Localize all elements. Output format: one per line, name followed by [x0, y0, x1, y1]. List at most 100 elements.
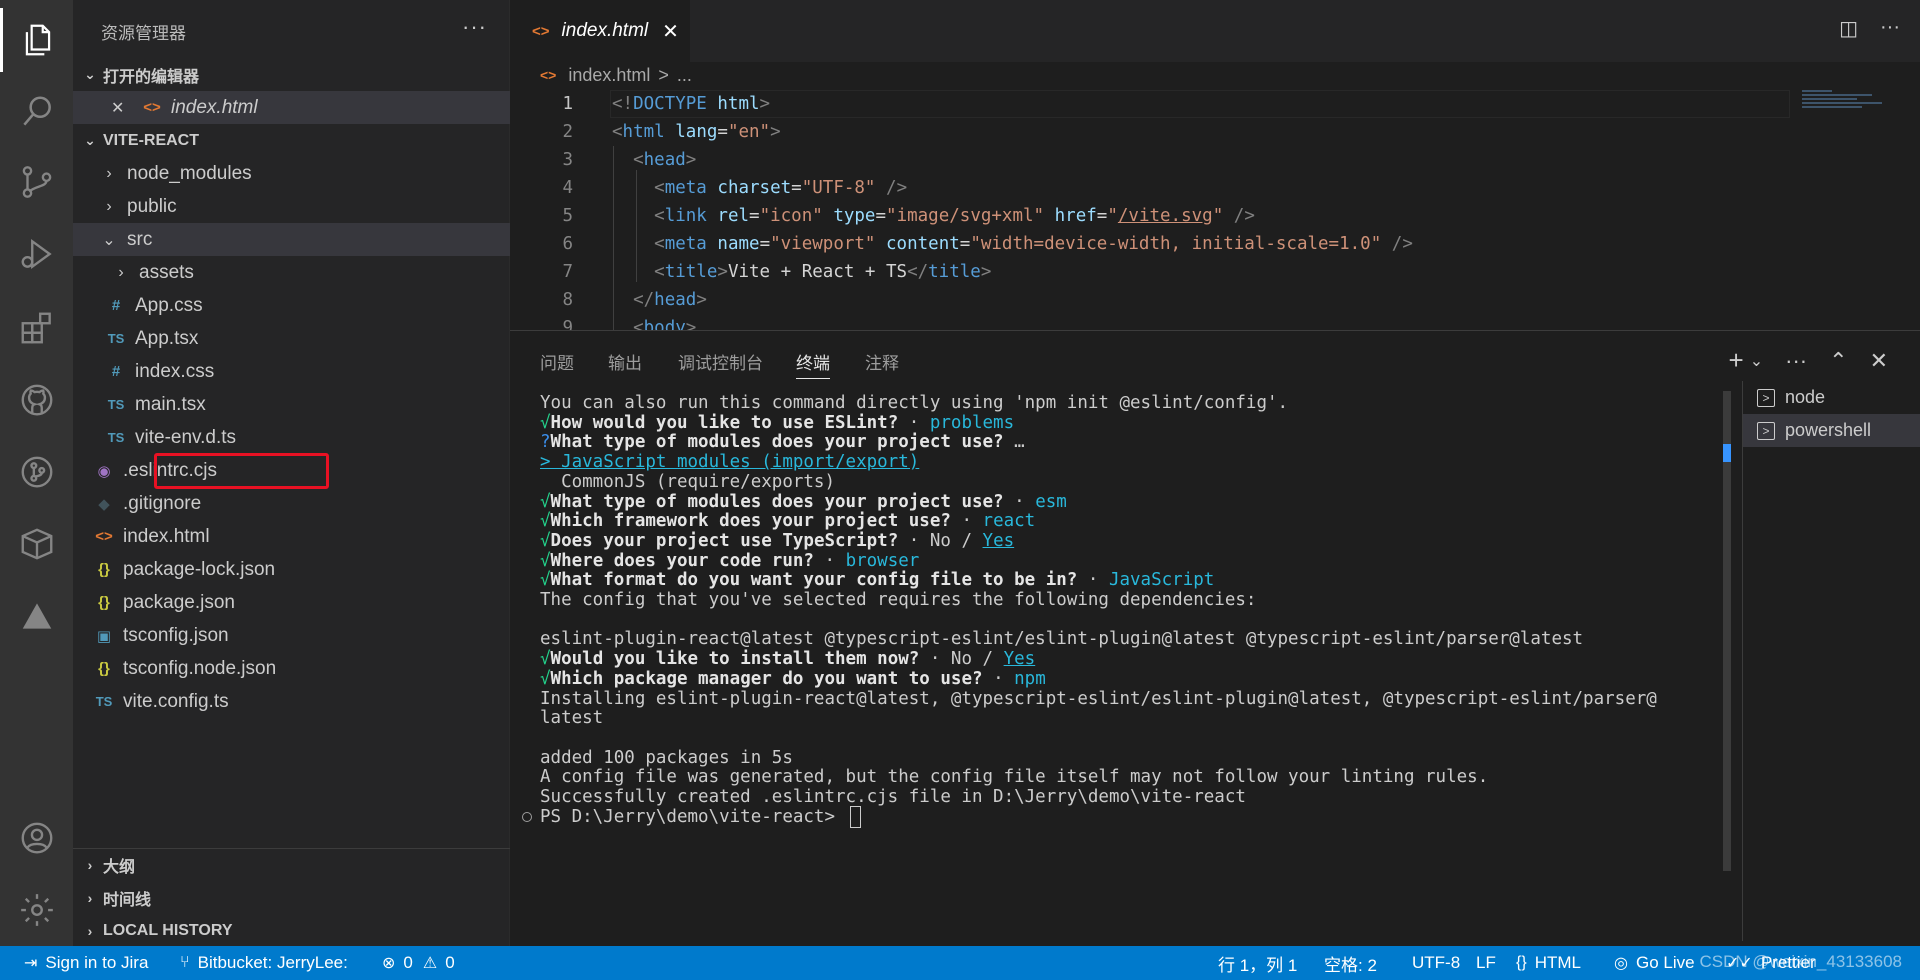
chevron-right-icon: › [106, 197, 112, 215]
source-control-icon[interactable] [0, 150, 73, 214]
maximize-panel-icon[interactable]: ⌃ [1829, 348, 1847, 374]
tree-item-label: src [127, 228, 153, 250]
tree-item[interactable]: TS App.tsx [73, 322, 510, 355]
terminal-item-node[interactable]: > node [1743, 381, 1920, 414]
breadcrumb-file[interactable]: index.html [568, 65, 650, 86]
vercel-icon[interactable] [0, 584, 73, 648]
account-icon[interactable] [0, 806, 73, 870]
tree-item[interactable]: <> index.html [73, 520, 510, 553]
terminal-prompt: PS D:\Jerry\demo\vite-react> [540, 806, 846, 827]
tree-item[interactable]: ▣ tsconfig.json [73, 619, 510, 652]
outline-header[interactable]: › 大纲 [73, 848, 510, 881]
tree-item[interactable]: › assets [73, 256, 510, 289]
language-mode[interactable]: {} HTML [1516, 946, 1581, 980]
tree-item[interactable]: # index.css [73, 355, 510, 388]
extensions-icon[interactable] [0, 296, 73, 360]
github-icon[interactable] [0, 368, 73, 432]
close-icon[interactable]: ✕ [111, 98, 135, 118]
encoding[interactable]: UTF-8 [1412, 946, 1460, 980]
go-live[interactable]: ◎ Go Live [1614, 946, 1695, 980]
problems-status[interactable]: ⊗ 0 ⚠ 0 [382, 946, 455, 980]
ts-file-icon: TS [107, 397, 125, 412]
tree-item[interactable]: {} tsconfig.node.json [73, 652, 510, 685]
warning-count: 0 [445, 953, 455, 972]
code-line: 5 <link rel="icon" type="image/svg+xml" … [510, 202, 1920, 230]
tree-item-label: App.css [135, 294, 203, 316]
close-icon[interactable]: ✕ [662, 19, 679, 44]
git-graph-icon[interactable] [0, 440, 73, 504]
warning-icon: ⚠ [422, 955, 438, 972]
search-icon[interactable] [0, 80, 73, 144]
tree-item[interactable]: {} package.json [73, 586, 510, 619]
tree-item[interactable]: TS main.tsx [73, 388, 510, 421]
timeline-header[interactable]: › 时间线 [73, 881, 510, 914]
breadcrumb-rest[interactable]: ... [677, 65, 692, 86]
local-history-header[interactable]: › LOCAL HISTORY [73, 914, 510, 947]
sidebar-title: 资源管理器 [101, 23, 186, 43]
more-actions-icon[interactable]: ··· [1785, 348, 1807, 374]
tree-item[interactable]: ⌄ src [73, 223, 510, 256]
tree-item-label: package-lock.json [123, 558, 276, 580]
tree-item[interactable]: TS vite-env.d.ts [73, 421, 510, 454]
tree-item[interactable]: TS vite.config.ts [73, 685, 510, 718]
tab-comments[interactable]: 注释 [865, 349, 899, 379]
settings-gear-icon[interactable] [0, 878, 73, 942]
line-number: 1 [562, 94, 573, 114]
html-file-icon: <> [95, 528, 113, 545]
tree-item[interactable]: › public [73, 190, 510, 223]
code-line: 8 </head> [510, 286, 1920, 314]
open-editors-header[interactable]: ⌄ 打开的编辑器 [73, 58, 510, 91]
line-number: 3 [562, 150, 573, 170]
json-file-icon: {} [98, 660, 110, 677]
terminal-scrollbar[interactable] [1723, 391, 1731, 871]
tab-problems[interactable]: 问题 [540, 349, 574, 379]
tree-item[interactable]: # App.css [73, 289, 510, 322]
close-panel-icon[interactable]: ✕ [1870, 348, 1888, 374]
terminal-output[interactable]: You can also run this command directly u… [522, 391, 1740, 951]
new-terminal-icon[interactable]: + [1729, 345, 1744, 376]
tree-item[interactable]: ◆ .gitignore [73, 487, 510, 520]
tree-item-label: assets [139, 261, 194, 283]
tab-terminal[interactable]: 终端 [796, 349, 830, 379]
more-actions-icon[interactable]: ··· [1880, 16, 1900, 41]
terminal-scrollbar-thumb[interactable] [1723, 444, 1731, 462]
run-debug-icon[interactable] [0, 222, 73, 286]
terminal-item-powershell[interactable]: > powershell [1743, 414, 1920, 447]
timeline-label: 时间线 [103, 891, 152, 909]
package-icon[interactable] [0, 512, 73, 576]
tree-item[interactable]: › node_modules [73, 157, 510, 190]
minimap[interactable] [1802, 90, 1892, 120]
code-line: 6 <meta name="viewport" content="width=d… [510, 230, 1920, 258]
cursor-position[interactable]: 行 1，列 1 [1218, 946, 1297, 980]
eslint-file-icon: ◉ [97, 462, 111, 480]
more-actions-icon[interactable]: ··· [462, 14, 487, 40]
tree-item-label: public [127, 195, 177, 217]
go-live-label: Go Live [1635, 953, 1695, 972]
terminal-name: node [1785, 387, 1826, 407]
chevron-right-icon: › [118, 263, 124, 281]
line-number: 6 [562, 234, 573, 254]
line-number: 5 [562, 206, 573, 226]
indentation[interactable]: 空格: 2 [1324, 946, 1377, 980]
tree-item[interactable]: {} package-lock.json [73, 553, 510, 586]
terminal-icon: > [1757, 388, 1775, 407]
jira-status[interactable]: ⇥ Sign in to Jira [24, 946, 148, 980]
html-file-icon: <> [143, 99, 161, 116]
open-editor-item[interactable]: ✕ <> index.html [73, 91, 510, 124]
tab-index-html[interactable]: <> index.html ✕ [510, 0, 690, 62]
chevron-down-icon[interactable]: ⌄ [1750, 351, 1763, 371]
explorer-icon[interactable] [0, 8, 73, 72]
split-editor-icon[interactable]: ◫ [1839, 16, 1858, 41]
code-editor[interactable]: 1 <!DOCTYPE html> 2 <html lang="en"> 3 <… [510, 90, 1920, 330]
eol[interactable]: LF [1476, 946, 1496, 980]
open-editor-label: index.html [171, 96, 258, 118]
prompt-indicator-icon [522, 811, 532, 822]
tab-output[interactable]: 输出 [608, 349, 642, 379]
line-number: 8 [562, 290, 573, 310]
project-header[interactable]: ⌄ VITE-REACT [73, 124, 510, 157]
html-file-icon: <> [532, 22, 550, 40]
tab-debug-console[interactable]: 调试控制台 [678, 349, 763, 379]
tree-item-label: vite.config.ts [123, 690, 229, 712]
bitbucket-status[interactable]: ⑂ Bitbucket: JerryLee: [180, 946, 348, 980]
bitbucket-label: Bitbucket: JerryLee: [197, 953, 348, 972]
